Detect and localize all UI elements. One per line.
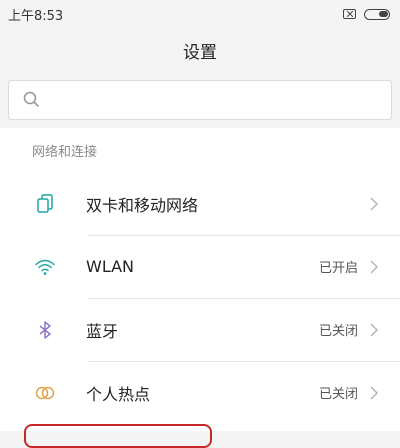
chevron-right-icon (370, 259, 379, 274)
status-time: 上午8:53 (8, 8, 64, 24)
settings-list: 网络和连接 双卡和移动网络 WLAN 已开启 蓝牙 已关闭 个人热点 已关闭 (0, 128, 400, 431)
settings-item-value: 已关闭 (318, 387, 358, 402)
search-icon (23, 91, 39, 107)
chevron-right-icon (370, 385, 379, 400)
settings-item-bluetooth[interactable]: 蓝牙 已关闭 (0, 298, 400, 361)
section-header-network: 网络和连接 (32, 144, 98, 160)
search-box[interactable] (8, 80, 392, 120)
settings-item-hotspot[interactable]: 个人热点 已关闭 (0, 361, 400, 424)
settings-item-label: 蓝牙 (86, 321, 119, 341)
settings-item-value: 已关闭 (318, 324, 358, 339)
settings-item-label: 个人热点 (86, 384, 151, 404)
search-area (0, 72, 400, 128)
chevron-right-icon (370, 322, 379, 337)
highlight-frame (24, 424, 212, 448)
status-bar: 上午8:53 (0, 0, 400, 28)
battery-icon (364, 8, 390, 20)
hotspot-icon (35, 386, 55, 399)
settings-item-value: 已开启 (318, 261, 358, 276)
bluetooth-icon (39, 320, 51, 339)
status-icons (343, 8, 390, 20)
sim-off-icon (343, 9, 356, 19)
settings-item-label: 双卡和移动网络 (86, 195, 199, 215)
settings-item-dual-sim[interactable]: 双卡和移动网络 (0, 172, 400, 235)
settings-item-wlan[interactable]: WLAN 已开启 (0, 235, 400, 298)
chevron-right-icon (370, 196, 379, 211)
page-title: 设置 (183, 42, 217, 63)
settings-item-label: WLAN (86, 257, 135, 276)
dual-sim-icon (37, 193, 53, 213)
search-input[interactable] (43, 81, 391, 119)
title-bar: 设置 (0, 28, 400, 72)
wifi-icon (35, 259, 55, 275)
